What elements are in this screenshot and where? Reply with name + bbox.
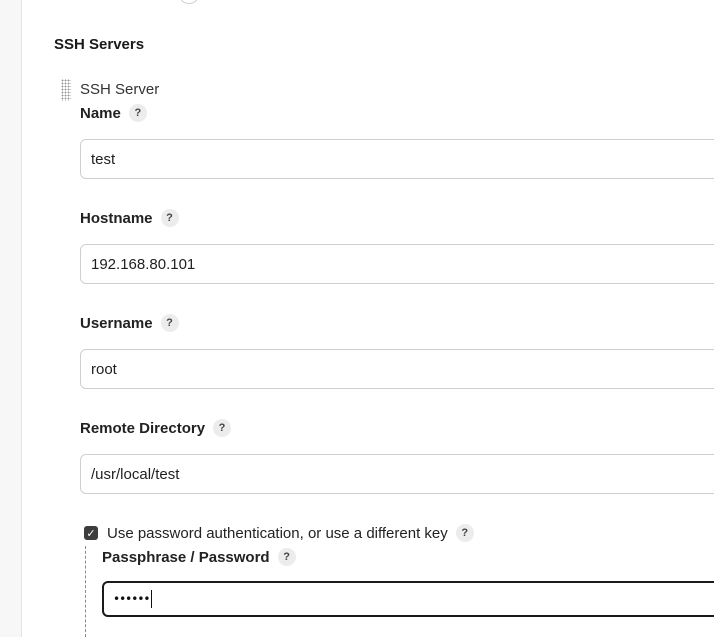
username-label-text: Username: [80, 314, 153, 332]
username-label: Username ?: [80, 314, 179, 332]
ssh-server-item-title: SSH Server: [80, 81, 160, 98]
help-circle-icon[interactable]: ?: [160, 209, 179, 227]
help-circle-icon[interactable]: ?: [160, 314, 179, 332]
ssh-servers-config-page: SSH Servers SSH Server Name ? Hostname ?…: [0, 0, 714, 637]
passphrase-label: Passphrase / Password ?: [102, 548, 296, 566]
remote-directory-label: Remote Directory ?: [80, 419, 232, 437]
drag-handle-icon[interactable]: [61, 79, 71, 101]
remote-directory-label-text: Remote Directory: [80, 419, 206, 437]
name-label: Name ?: [80, 104, 147, 122]
name-label-text: Name: [80, 104, 121, 122]
hostname-label-text: Hostname: [80, 209, 153, 227]
use-password-row: ✓ Use password authentication, or use a …: [84, 524, 474, 542]
passphrase-label-text: Passphrase / Password: [102, 548, 270, 566]
help-circle-icon[interactable]: ?: [277, 548, 296, 566]
help-circle-icon[interactable]: ?: [213, 419, 232, 437]
checkbox-checked-icon[interactable]: ✓: [84, 526, 98, 540]
hostname-label: Hostname ?: [80, 209, 179, 227]
passphrase-input[interactable]: ••••••: [102, 581, 714, 617]
username-input[interactable]: [80, 349, 714, 389]
remote-directory-input[interactable]: [80, 454, 714, 494]
scroll-knob-icon: [180, 0, 198, 4]
passphrase-masked-value: ••••••: [113, 592, 150, 606]
use-password-label[interactable]: Use password authentication, or use a di…: [107, 525, 448, 542]
nested-section-divider: [85, 546, 86, 637]
text-caret: [151, 590, 153, 608]
name-input[interactable]: [80, 139, 714, 179]
help-circle-icon[interactable]: ?: [455, 524, 474, 542]
help-circle-icon[interactable]: ?: [128, 104, 147, 122]
section-title: SSH Servers: [54, 36, 145, 53]
left-rail: [0, 0, 22, 637]
hostname-input[interactable]: [80, 244, 714, 284]
